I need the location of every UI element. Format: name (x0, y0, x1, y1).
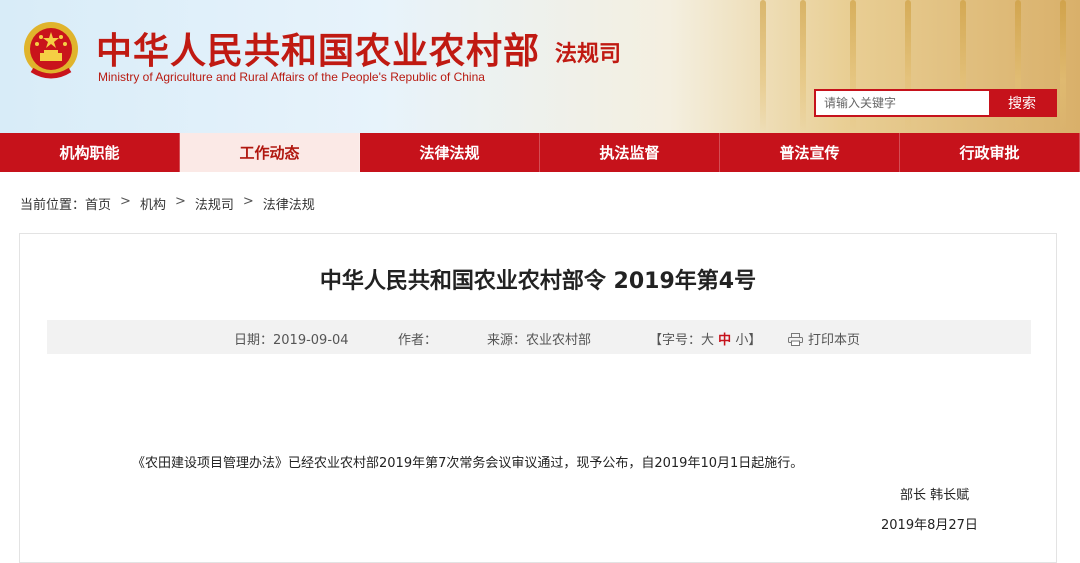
nav-item-law-enforcement[interactable]: 执法监督 (540, 133, 720, 172)
font-size-control: 【字号：大 中 小】 (649, 329, 761, 348)
article-source: 来源：农业农村部 (487, 333, 592, 348)
printer-icon (788, 333, 803, 346)
font-size-large-link[interactable]: 大 (701, 333, 714, 348)
site-title: 中华人民共和国农业农村部 (96, 30, 541, 72)
nav-item-administrative-approval[interactable]: 行政审批 (900, 133, 1080, 172)
article-panel: 中华人民共和国农业农村部令 2019年第4号 日期：2019-09-04 作者：… (19, 233, 1057, 563)
breadcrumb-separator: > (242, 194, 254, 209)
nav-item-laws-regulations[interactable]: 法律法规 (360, 133, 540, 172)
font-size-small-link[interactable]: 小 (735, 333, 748, 348)
site-title-english: Ministry of Agriculture and Rural Affair… (98, 70, 485, 84)
nav-item-institution-functions[interactable]: 机构职能 (0, 133, 180, 172)
breadcrumb-institution[interactable]: 机构 (140, 194, 166, 213)
department-name: 法规司 (555, 41, 622, 67)
breadcrumb-separator: > (120, 194, 131, 209)
breadcrumb-home[interactable]: 首页 (85, 194, 111, 213)
wheat-decoration (760, 0, 766, 133)
article-meta-bar: 日期：2019-09-04 作者： 来源：农业农村部 【字号：大 中 小】 打印… (47, 320, 1031, 354)
wheat-decoration (1060, 0, 1066, 133)
article-title: 中华人民共和国农业农村部令 2019年第4号 (319, 269, 757, 294)
font-size-close: 】 (748, 333, 762, 348)
header-banner: 中华人民共和国农业农村部 Ministry of Agriculture and… (0, 0, 1080, 133)
article-date: 日期：2019-09-04 (234, 333, 349, 348)
search-box: 搜索 (814, 89, 1057, 117)
print-page-link[interactable]: 打印本页 (788, 329, 860, 348)
breadcrumb-department[interactable]: 法规司 (195, 194, 234, 213)
nav-item-work-updates[interactable]: 工作动态 (180, 133, 360, 172)
breadcrumb-label: 当前位置： (20, 198, 86, 213)
signature-date: 2019年8月27日 (881, 518, 978, 533)
search-input[interactable] (816, 91, 989, 115)
breadcrumb: 当前位置： 首页 > 机构 > 法规司 > 法律法规 (20, 194, 315, 213)
breadcrumb-separator: > (174, 194, 186, 209)
print-page-label: 打印本页 (808, 333, 861, 348)
article-body: 《农田建设项目管理办法》已经农业农村部2019年第7次常务会议审议通过，现予公布… (132, 456, 804, 471)
font-size-medium-link[interactable]: 中 (718, 333, 731, 348)
national-emblem-icon (24, 22, 78, 79)
nav-item-law-popularization[interactable]: 普法宣传 (720, 133, 900, 172)
main-nav: 机构职能 工作动态 法律法规 执法监督 普法宣传 行政审批 (0, 133, 1080, 172)
breadcrumb-laws[interactable]: 法律法规 (263, 194, 315, 213)
article-author: 作者： (398, 333, 438, 348)
signature-title: 部长 韩长赋 (900, 488, 970, 503)
font-size-label: 【字号： (649, 333, 702, 348)
search-button[interactable]: 搜索 (989, 91, 1055, 115)
wheat-decoration (800, 0, 806, 133)
